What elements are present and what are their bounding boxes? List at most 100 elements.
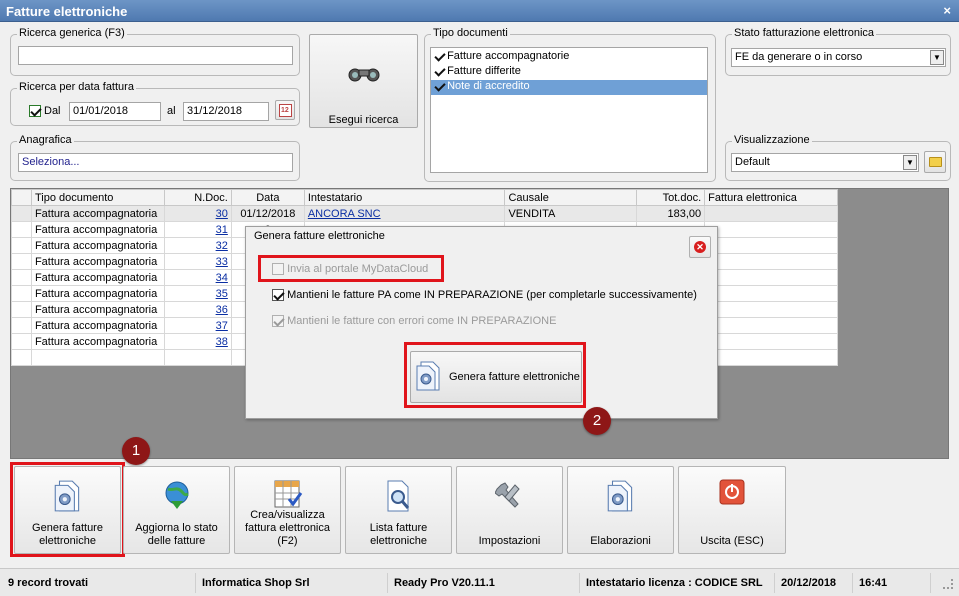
binoculars-icon	[348, 68, 380, 82]
table-cell: 01/12/2018	[230, 205, 305, 222]
toolbar-processing-button[interactable]: Elaborazioni	[567, 466, 674, 554]
toolbar-label: Impostazioni	[478, 535, 541, 547]
table-cell: Fattura accompagnatoria	[30, 205, 165, 222]
doc-type-label: Note di accredito	[447, 80, 530, 92]
column-header[interactable]: Data	[230, 189, 305, 206]
doc-type-checkbox[interactable]	[434, 51, 444, 61]
toolbar-label: Elaborazioni	[590, 535, 651, 547]
option-label: Mantieni le fatture con errori come IN P…	[287, 315, 557, 327]
table-cell: 38	[163, 333, 232, 350]
row-indicator[interactable]	[11, 205, 32, 222]
toolbar-refresh-status-button[interactable]: Aggiorna lo stato delle fatture	[123, 466, 230, 554]
table-cell: 30	[163, 205, 232, 222]
doc-type-item[interactable]: Note di accredito	[431, 80, 707, 95]
row-indicator[interactable]	[11, 221, 32, 238]
doc-type-checkbox[interactable]	[434, 66, 444, 76]
table-cell	[704, 301, 838, 318]
toolbar-list-button[interactable]: Lista fatture elettroniche	[345, 466, 452, 554]
status-filter-legend: Stato fatturazione elettronica	[732, 27, 877, 39]
row-indicator[interactable]	[11, 333, 32, 350]
row-indicator[interactable]	[11, 285, 32, 302]
column-header[interactable]: Fattura elettronica	[704, 189, 838, 206]
document-number-link[interactable]: 38	[216, 336, 228, 348]
document-number-link[interactable]: 37	[216, 320, 228, 332]
step-badge-1: 1	[122, 437, 150, 465]
document-number-link[interactable]: 31	[216, 224, 228, 236]
dal-label: Dal	[44, 105, 61, 117]
to-date-input[interactable]: 31/12/2018	[183, 102, 269, 121]
option-label: Mantieni le fatture PA come IN PREPARAZI…	[287, 289, 697, 301]
table-cell: Fattura accompagnatoria	[30, 301, 165, 318]
document-number-link[interactable]: 34	[216, 272, 228, 284]
option-keep-errors-preparation[interactable]: Mantieni le fatture con errori come IN P…	[272, 315, 557, 328]
table-cell: 32	[163, 237, 232, 254]
column-header[interactable]: N.Doc.	[163, 189, 232, 206]
status-filter-group: Stato fatturazione elettronica FE da gen…	[725, 27, 951, 76]
document-number-link[interactable]: 32	[216, 240, 228, 252]
chevron-down-icon[interactable]: ▼	[930, 50, 944, 65]
document-number-link[interactable]: 33	[216, 256, 228, 268]
document-number-link[interactable]: 35	[216, 288, 228, 300]
row-indicator[interactable]	[11, 317, 32, 334]
folder-icon	[929, 157, 942, 167]
document-number-link[interactable]: 30	[216, 208, 228, 220]
table-cell: Fattura accompagnatoria	[30, 253, 165, 270]
calendar-button[interactable]: 12	[275, 100, 295, 120]
toolbar-generate-button[interactable]: Genera fatture elettroniche	[14, 466, 121, 554]
document-number-link[interactable]: 36	[216, 304, 228, 316]
table-header-row: Tipo documento N.Doc. Data Intestatario …	[11, 189, 838, 206]
view-value: Default	[735, 156, 770, 168]
option-keep-pa-preparation[interactable]: Mantieni le fatture PA come IN PREPARAZI…	[272, 289, 697, 302]
date-search-legend: Ricerca per data fattura	[17, 81, 136, 93]
row-indicator[interactable]	[11, 237, 32, 254]
option-checkbox[interactable]	[272, 289, 284, 302]
dialog-close-button[interactable]: ✕	[689, 236, 711, 258]
column-header[interactable]: Tot.doc.	[636, 189, 706, 206]
refresh-globe-icon	[165, 481, 189, 509]
anagrafica-legend: Anagrafica	[17, 134, 74, 146]
from-date-input[interactable]: 01/01/2018	[69, 102, 161, 121]
status-record-count: 9 record trovati	[2, 573, 196, 593]
toolbar-create-view-button[interactable]: Crea/visualizza fattura elettronica (F2)	[234, 466, 341, 554]
document-search-icon	[387, 480, 409, 512]
toolbar-label: Crea/visualizza fattura elettronica (F2)	[245, 509, 330, 547]
column-header[interactable]: Intestatario	[303, 189, 506, 206]
doc-type-item[interactable]: Fatture differite	[431, 65, 707, 80]
resize-grip-icon[interactable]	[943, 579, 953, 589]
table-cell	[704, 221, 838, 238]
column-header[interactable]: Tipo documento	[30, 189, 165, 206]
generic-search-input[interactable]	[18, 46, 293, 65]
table-cell: 31	[163, 221, 232, 238]
search-button-label: Esegui ricerca	[328, 114, 399, 126]
chevron-down-icon[interactable]: ▼	[903, 155, 917, 170]
customer-link[interactable]: ANCORA SNC	[308, 208, 381, 220]
toolbar-settings-button[interactable]: Impostazioni	[456, 466, 563, 554]
table-cell: Fattura accompagnatoria	[30, 333, 165, 350]
doc-type-legend: Tipo documenti	[431, 27, 510, 39]
toolbar-exit-button[interactable]: Uscita (ESC)	[678, 466, 786, 554]
table-cell: 34	[163, 269, 232, 286]
option-checkbox[interactable]	[272, 315, 284, 328]
doc-type-item[interactable]: Fatture accompagnatorie	[431, 50, 707, 65]
table-cell	[163, 349, 232, 366]
table-cell	[704, 285, 838, 302]
row-indicator[interactable]	[11, 253, 32, 270]
anagrafica-input[interactable]: Seleziona...	[18, 153, 293, 172]
doc-type-checkbox[interactable]	[434, 81, 444, 91]
spreadsheet-icon	[274, 480, 302, 508]
dialog-title: Genera fatture elettroniche	[254, 230, 385, 242]
folder-button[interactable]	[924, 151, 946, 173]
column-header[interactable]: Causale	[504, 189, 638, 206]
view-select[interactable]: Default ▼	[731, 153, 919, 172]
dal-checkbox[interactable]	[29, 105, 41, 117]
search-button[interactable]: Esegui ricerca	[309, 34, 418, 128]
row-indicator[interactable]	[11, 269, 32, 286]
window-close-button[interactable]: ×	[943, 3, 951, 18]
table-cell: Fattura accompagnatoria	[30, 237, 165, 254]
table-row[interactable]: Fattura accompagnatoria 30 01/12/2018 ANCOR…	[11, 205, 838, 222]
table-cell	[704, 269, 838, 286]
status-filter-select[interactable]: FE da generare o in corso ▼	[731, 48, 946, 67]
table-cell: 36	[163, 301, 232, 318]
row-indicator[interactable]	[11, 301, 32, 318]
table-cell: 35	[163, 285, 232, 302]
